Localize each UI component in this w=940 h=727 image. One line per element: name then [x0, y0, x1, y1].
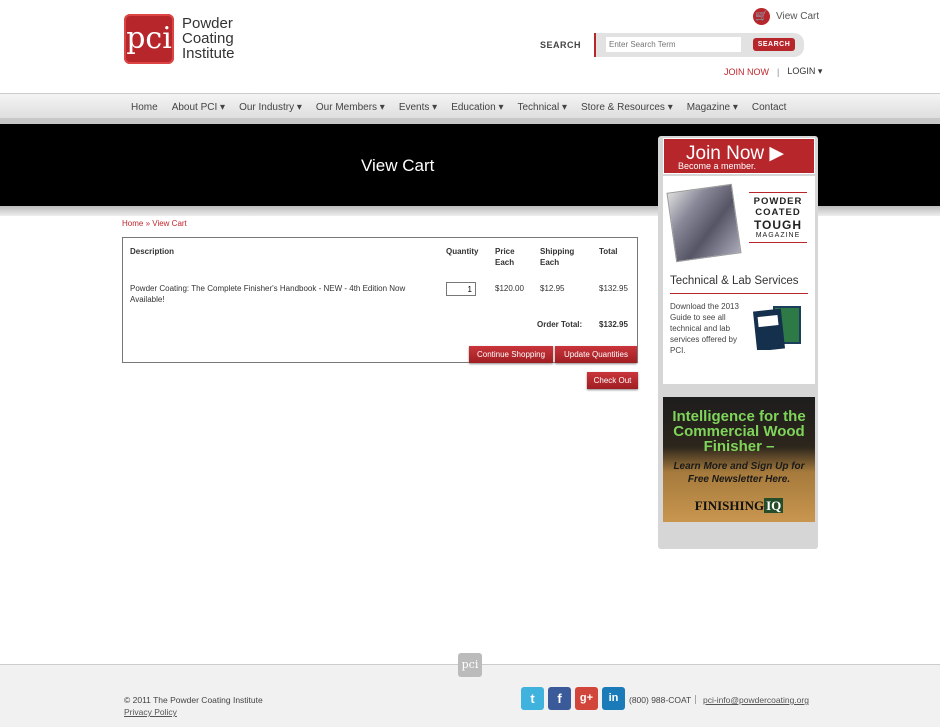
email-link[interactable]: pci-info@powdercoating.org	[703, 695, 809, 705]
breadcrumb-home[interactable]: Home	[122, 219, 143, 228]
logo-line-1: Powder	[182, 15, 233, 32]
sidebar-promo-panel: POWDER COATED TOUGH MAGAZINE Technical &…	[663, 176, 815, 384]
auth-separator: |	[777, 66, 780, 77]
cart-item-shipping: $12.95	[540, 284, 565, 293]
mag-line-2: COATED	[755, 207, 801, 218]
header-shipping-line-1: Shipping	[540, 247, 575, 256]
nav-item-store[interactable]: Store & Resources ▾	[574, 102, 680, 113]
view-cart-link[interactable]: 🛒 View Cart	[753, 8, 819, 25]
nav-item-home[interactable]: Home	[124, 102, 165, 113]
nav-item-members[interactable]: Our Members ▾	[309, 102, 392, 113]
header-price-line-1: Price	[495, 247, 515, 256]
header-shipping: Shipping Each	[540, 246, 574, 268]
mag-line-1: POWDER	[753, 196, 803, 207]
nav-item-industry[interactable]: Our Industry ▾	[232, 102, 309, 113]
header-shipping-line-2: Each	[540, 258, 560, 267]
quantity-input[interactable]	[446, 282, 476, 296]
cart-item-description-line-1: Powder Coating: The Complete Finisher's …	[130, 284, 406, 293]
join-now-subtitle: Become a member.	[678, 161, 757, 171]
nav-item-about[interactable]: About PCI ▾	[165, 102, 232, 113]
facebook-icon[interactable]: f	[548, 687, 571, 710]
ad-headline: Intelligence for the Commercial Wood Fin…	[672, 408, 806, 455]
logo-line-2: Coating	[182, 30, 234, 47]
footer: pci © 2011 The Powder Coating Institute …	[0, 653, 940, 727]
search-label: SEARCH	[540, 40, 582, 50]
pci-logo-mark[interactable]: pci	[124, 14, 174, 64]
order-total-label: Order Total:	[537, 320, 583, 329]
search-box: SEARCH	[594, 33, 804, 57]
main-nav: Home About PCI ▾ Our Industry ▾ Our Memb…	[0, 93, 940, 124]
ad-logo-iq: IQ	[764, 498, 784, 513]
linkedin-icon[interactable]: in	[602, 687, 625, 710]
search-input[interactable]	[606, 37, 741, 52]
page-title: View Cart	[361, 156, 435, 175]
ad-subline: Learn More and Sign Up for Free Newslett…	[673, 461, 805, 485]
footer-pci-logo[interactable]: pci	[458, 653, 482, 677]
finishing-iq-logo: FINISHING IQ	[663, 498, 815, 514]
phone-number: (800) 988-COAT	[629, 695, 692, 705]
twitter-icon[interactable]: t	[521, 687, 544, 710]
continue-shopping-button[interactable]: Continue Shopping	[469, 346, 553, 363]
finishing-iq-ad[interactable]: Intelligence for the Commercial Wood Fin…	[663, 397, 815, 522]
nav-item-contact[interactable]: Contact	[745, 102, 793, 113]
nav-item-magazine[interactable]: Magazine ▾	[680, 102, 745, 113]
mag-line-4: MAGAZINE	[755, 232, 801, 239]
auth-links: JOIN NOW | LOGIN ▾	[724, 66, 822, 77]
nav-item-education[interactable]: Education ▾	[444, 102, 510, 113]
breadcrumb: Home » View Cart	[122, 219, 187, 228]
checkout-button[interactable]: Check Out	[587, 372, 638, 389]
order-total-value: $132.95	[599, 320, 628, 329]
copyright-text: © 2011 The Powder Coating Institute	[124, 695, 263, 705]
logo-line-3: Institute	[182, 45, 235, 62]
cart-item-description: Powder Coating: The Complete Finisher's …	[130, 283, 435, 305]
tech-services-text: Download the 2013 Guide to see all techn…	[670, 302, 739, 355]
view-cart-label: View Cart	[776, 11, 820, 22]
update-quantities-button[interactable]: Update Quantities	[555, 346, 637, 363]
login-link[interactable]: LOGIN ▾	[787, 66, 822, 77]
page: pci Powder Coating Institute 🛒 View Cart…	[0, 0, 940, 727]
privacy-policy-link[interactable]: Privacy Policy	[124, 707, 177, 717]
tech-services-divider	[670, 293, 808, 294]
join-now-link[interactable]: JOIN NOW	[724, 67, 769, 77]
magazine-tagline[interactable]: POWDER COATED TOUGH MAGAZINE	[749, 192, 807, 243]
header-price-line-2: Each	[495, 258, 515, 267]
header-price: Price Each	[495, 246, 515, 268]
cart-item-total: $132.95	[599, 284, 628, 293]
magazine-cover-image[interactable]	[666, 183, 742, 263]
header-quantity: Quantity	[446, 247, 479, 256]
join-now-banner[interactable]: Join Now ▶ Become a member.	[663, 138, 815, 174]
nav-item-events[interactable]: Events ▾	[392, 102, 444, 113]
footer-separator: |	[694, 695, 697, 705]
breadcrumb-current[interactable]: » View Cart	[146, 219, 187, 228]
cart-item-description-line-2: Available!	[130, 295, 165, 304]
search-button[interactable]: SEARCH	[753, 38, 795, 51]
sidebar: Join Now ▶ Become a member. POWDER COATE…	[658, 136, 818, 549]
cart-table: Description Quantity Price Each Shipping…	[122, 237, 638, 363]
ad-logo-text: FINISHING	[694, 498, 765, 513]
cart-item-price: $120.00	[495, 284, 524, 293]
shopping-cart-icon: 🛒	[753, 8, 770, 25]
header-description: Description	[130, 247, 175, 256]
technical-guide-image[interactable]	[753, 306, 803, 350]
mag-line-3: TOUGH	[753, 218, 803, 232]
pci-logo-text[interactable]: Powder Coating Institute	[182, 16, 235, 61]
tech-services-title[interactable]: Technical & Lab Services	[670, 275, 798, 287]
google-plus-icon[interactable]: g+	[575, 687, 598, 710]
header-total: Total	[599, 247, 618, 256]
nav-item-technical[interactable]: Technical ▾	[510, 102, 574, 113]
